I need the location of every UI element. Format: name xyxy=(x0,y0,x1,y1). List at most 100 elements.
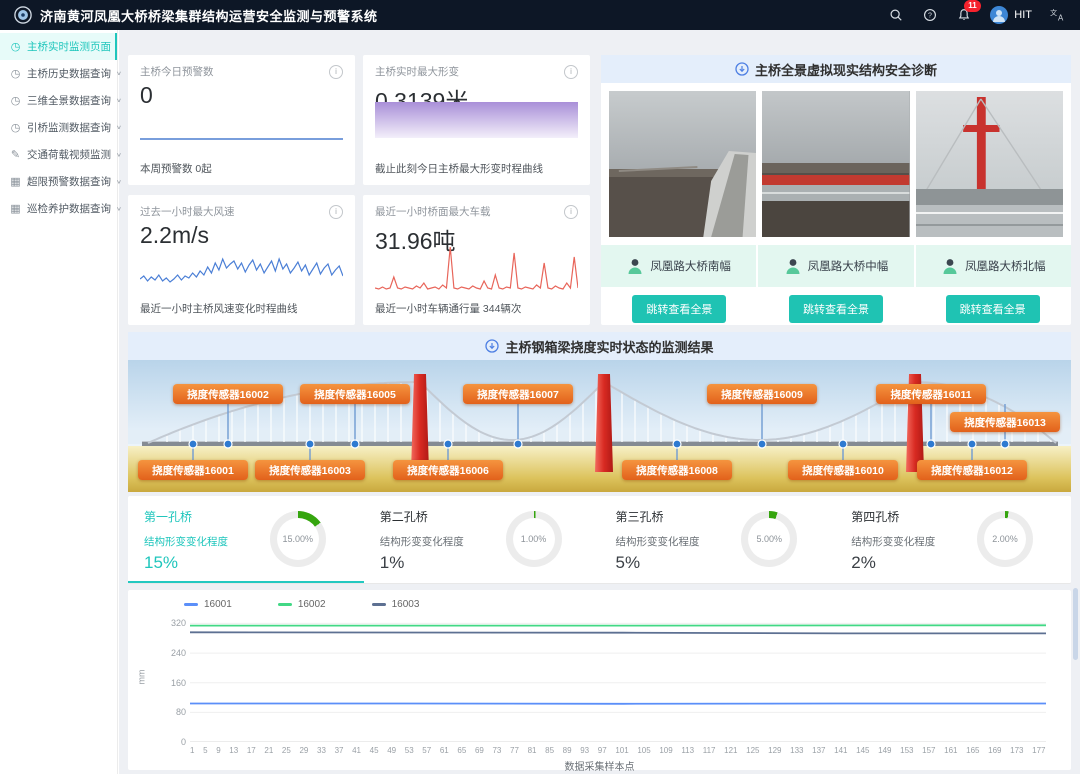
bridge-photo-north[interactable] xyxy=(916,91,1063,237)
bridge-photo-south[interactable] xyxy=(609,91,756,237)
sidebar-item-icon: ✎ xyxy=(9,148,22,161)
search-icon[interactable] xyxy=(888,7,904,23)
card-footer: 截止此刻今日主桥最大形变时程曲线 xyxy=(375,161,543,176)
card-footer: 最近一小时主桥风速变化时程曲线 xyxy=(140,301,298,316)
gauge-value: 5.00% xyxy=(748,518,790,560)
card-title: 主桥实时最大形变 xyxy=(375,64,459,79)
view-panorama-button[interactable]: 跳转查看全景 xyxy=(946,295,1040,323)
deflection-sensor-pill[interactable]: 挠度传感器16013 xyxy=(950,412,1060,432)
app-logo-icon xyxy=(14,6,32,24)
panorama-panel: 主桥全景虚拟现实结构安全诊断 xyxy=(601,55,1071,325)
sidebar-item-label: 超限预警数据查询 xyxy=(27,174,111,189)
deflection-header: 主桥钢箱梁挠度实时状态的监测结果 xyxy=(128,332,1071,360)
deflection-sensor-pill[interactable]: 挠度传感器16011 xyxy=(876,384,986,404)
panorama-header: 主桥全景虚拟现实结构安全诊断 xyxy=(601,55,1071,83)
sidebar-item-icon: ▦ xyxy=(9,202,22,215)
flat-sparkline xyxy=(140,134,343,144)
username: HIT xyxy=(1014,9,1032,21)
chevron-down-icon: ∨ xyxy=(116,205,122,211)
gauge-donut: 1.00% xyxy=(506,511,562,567)
info-icon[interactable]: i xyxy=(564,65,578,79)
chevron-down-icon: ∨ xyxy=(116,97,122,103)
span-metric-label: 结构形变变化程度 xyxy=(616,534,700,549)
inspector-avatar-icon xyxy=(941,257,959,275)
sidebar-item[interactable]: ✎ 交通荷载视频监测 ∨ xyxy=(0,141,117,168)
deflection-sensor-pill[interactable]: 挠度传感器16003 xyxy=(255,460,365,480)
svg-text:A: A xyxy=(1058,13,1064,22)
card-max-deformation: 主桥实时最大形变 i 0.3139米 截止此刻今日主桥最大形变时程曲线 xyxy=(363,55,590,185)
inspector-avatar-icon xyxy=(784,257,802,275)
card-today-warnings: 主桥今日预警数 i 0 本周预警数 0起 xyxy=(128,55,355,185)
sidebar-item[interactable]: ◷ 主桥历史数据查询 ∨ xyxy=(0,60,117,87)
sidebar-nav: ◷ 主桥实时监测页面 ∨ ◷ 主桥历史数据查询 ∨ ◷ 三维全景数据查询 ∨ ◷… xyxy=(0,30,118,774)
deflection-title: 主桥钢箱梁挠度实时状态的监测结果 xyxy=(505,337,713,356)
span-tab[interactable]: 第四孔桥 结构形变变化程度 2% 2.00% xyxy=(835,496,1071,583)
span-metric-label: 结构形变变化程度 xyxy=(380,534,464,549)
span-tab[interactable]: 第二孔桥 结构形变变化程度 1% 1.00% xyxy=(364,496,600,583)
translate-icon[interactable]: 文A xyxy=(1050,7,1066,23)
legend-item[interactable]: 16001 xyxy=(184,599,232,610)
deflection-sensor-pill[interactable]: 挠度传感器16007 xyxy=(463,384,573,404)
deflection-sensor-pill[interactable]: 挠度传感器16001 xyxy=(138,460,248,480)
scrollbar-thumb[interactable] xyxy=(1073,588,1078,660)
section-icon xyxy=(485,339,499,353)
view-panorama-button[interactable]: 跳转查看全景 xyxy=(632,295,726,323)
deflection-sensor-pill[interactable]: 挠度传感器16012 xyxy=(917,460,1027,480)
svg-text:?: ? xyxy=(928,13,932,20)
card-footer: 本周预警数 0起 xyxy=(140,161,212,176)
view-panorama-button[interactable]: 跳转查看全景 xyxy=(789,295,883,323)
sidebar-item-label: 主桥实时监测页面 xyxy=(27,39,111,54)
gauge-donut: 15.00% xyxy=(270,511,326,567)
sidebar-item[interactable]: ▦ 超限预警数据查询 ∨ xyxy=(0,168,117,195)
x-axis-title: 数据采集样本点 xyxy=(128,758,1071,773)
sidebar-item-label: 交通荷载视频监测 xyxy=(27,147,111,162)
sidebar-item-icon: ◷ xyxy=(9,94,22,107)
info-icon[interactable]: i xyxy=(329,205,343,219)
legend-item[interactable]: 16003 xyxy=(372,599,420,610)
deflection-sensor-pill[interactable]: 挠度传感器16010 xyxy=(788,460,898,480)
sidebar-item[interactable]: ▦ 巡检养护数据查询 ∨ xyxy=(0,195,117,222)
span-name: 第二孔桥 xyxy=(380,508,464,525)
photo-caption-north: 凤凰路大桥北幅 xyxy=(916,245,1071,287)
span-percent: 5% xyxy=(616,553,700,573)
user-menu[interactable]: HIT xyxy=(990,6,1032,24)
deflection-sensor-pill[interactable]: 挠度传感器16006 xyxy=(393,460,503,480)
deflection-sensor-pill[interactable]: 挠度传感器16009 xyxy=(707,384,817,404)
info-icon[interactable]: i xyxy=(564,205,578,219)
bridge-photo-middle[interactable] xyxy=(762,91,909,237)
legend-item[interactable]: 16002 xyxy=(278,599,326,610)
photo-caption-middle: 凤凰路大桥中幅 xyxy=(758,245,915,287)
info-icon[interactable]: i xyxy=(329,65,343,79)
card-value: 2.2m/s xyxy=(140,222,343,249)
sidebar-item-label: 主桥历史数据查询 xyxy=(27,66,111,81)
span-gauges-row: 第一孔桥 结构形变变化程度 15% 15.00% 第二孔桥 结构形变变化程度 1… xyxy=(128,496,1071,584)
chart-legend: 16001 16002 16003 xyxy=(184,599,419,610)
card-max-wind: 过去一小时最大风速 i 2.2m/s 最近一小时主桥风速变化时程曲线 xyxy=(128,195,355,325)
deflection-chart-panel: 16001 16002 16003 080160240320 mm 159131… xyxy=(128,590,1071,770)
deflection-sensor-pill[interactable]: 挠度传感器16008 xyxy=(622,460,732,480)
bridge-illustration: 挠度传感器16002 挠度传感器16005 挠度传感器16007 挠度传感器16009… xyxy=(128,360,1071,492)
deflection-sensor-pill[interactable]: 挠度传感器16002 xyxy=(173,384,283,404)
sidebar-item-label: 三维全景数据查询 xyxy=(27,93,111,108)
span-metric-label: 结构形变变化程度 xyxy=(851,534,935,549)
sidebar-item-icon: ◷ xyxy=(9,40,22,53)
card-title: 过去一小时最大风速 xyxy=(140,204,235,219)
sidebar-item-icon: ▦ xyxy=(9,175,22,188)
span-tab[interactable]: 第一孔桥 结构形变变化程度 15% 15.00% xyxy=(128,496,364,583)
deflection-sensor-pill[interactable]: 挠度传感器16005 xyxy=(300,384,410,404)
span-percent: 15% xyxy=(144,553,228,573)
bell-icon[interactable]: 11 xyxy=(956,7,972,23)
span-tab[interactable]: 第三孔桥 结构形变变化程度 5% 5.00% xyxy=(600,496,836,583)
sidebar-item[interactable]: ◷ 三维全景数据查询 ∨ xyxy=(0,87,117,114)
span-name: 第三孔桥 xyxy=(616,508,700,525)
photo-caption-south: 凤凰路大桥南幅 xyxy=(601,245,758,287)
sidebar-item[interactable]: ◷ 主桥实时监测页面 ∨ xyxy=(0,33,117,60)
help-icon[interactable]: ? xyxy=(922,7,938,23)
inspector-avatar-icon xyxy=(626,257,644,275)
sidebar-item[interactable]: ◷ 引桥监测数据查询 ∨ xyxy=(0,114,117,141)
sidebar-item-label: 引桥监测数据查询 xyxy=(27,120,111,135)
span-percent: 1% xyxy=(380,553,464,573)
card-title: 最近一小时桥面最大车载 xyxy=(375,204,491,219)
gauge-value: 1.00% xyxy=(513,518,555,560)
legend-dash xyxy=(184,603,198,606)
